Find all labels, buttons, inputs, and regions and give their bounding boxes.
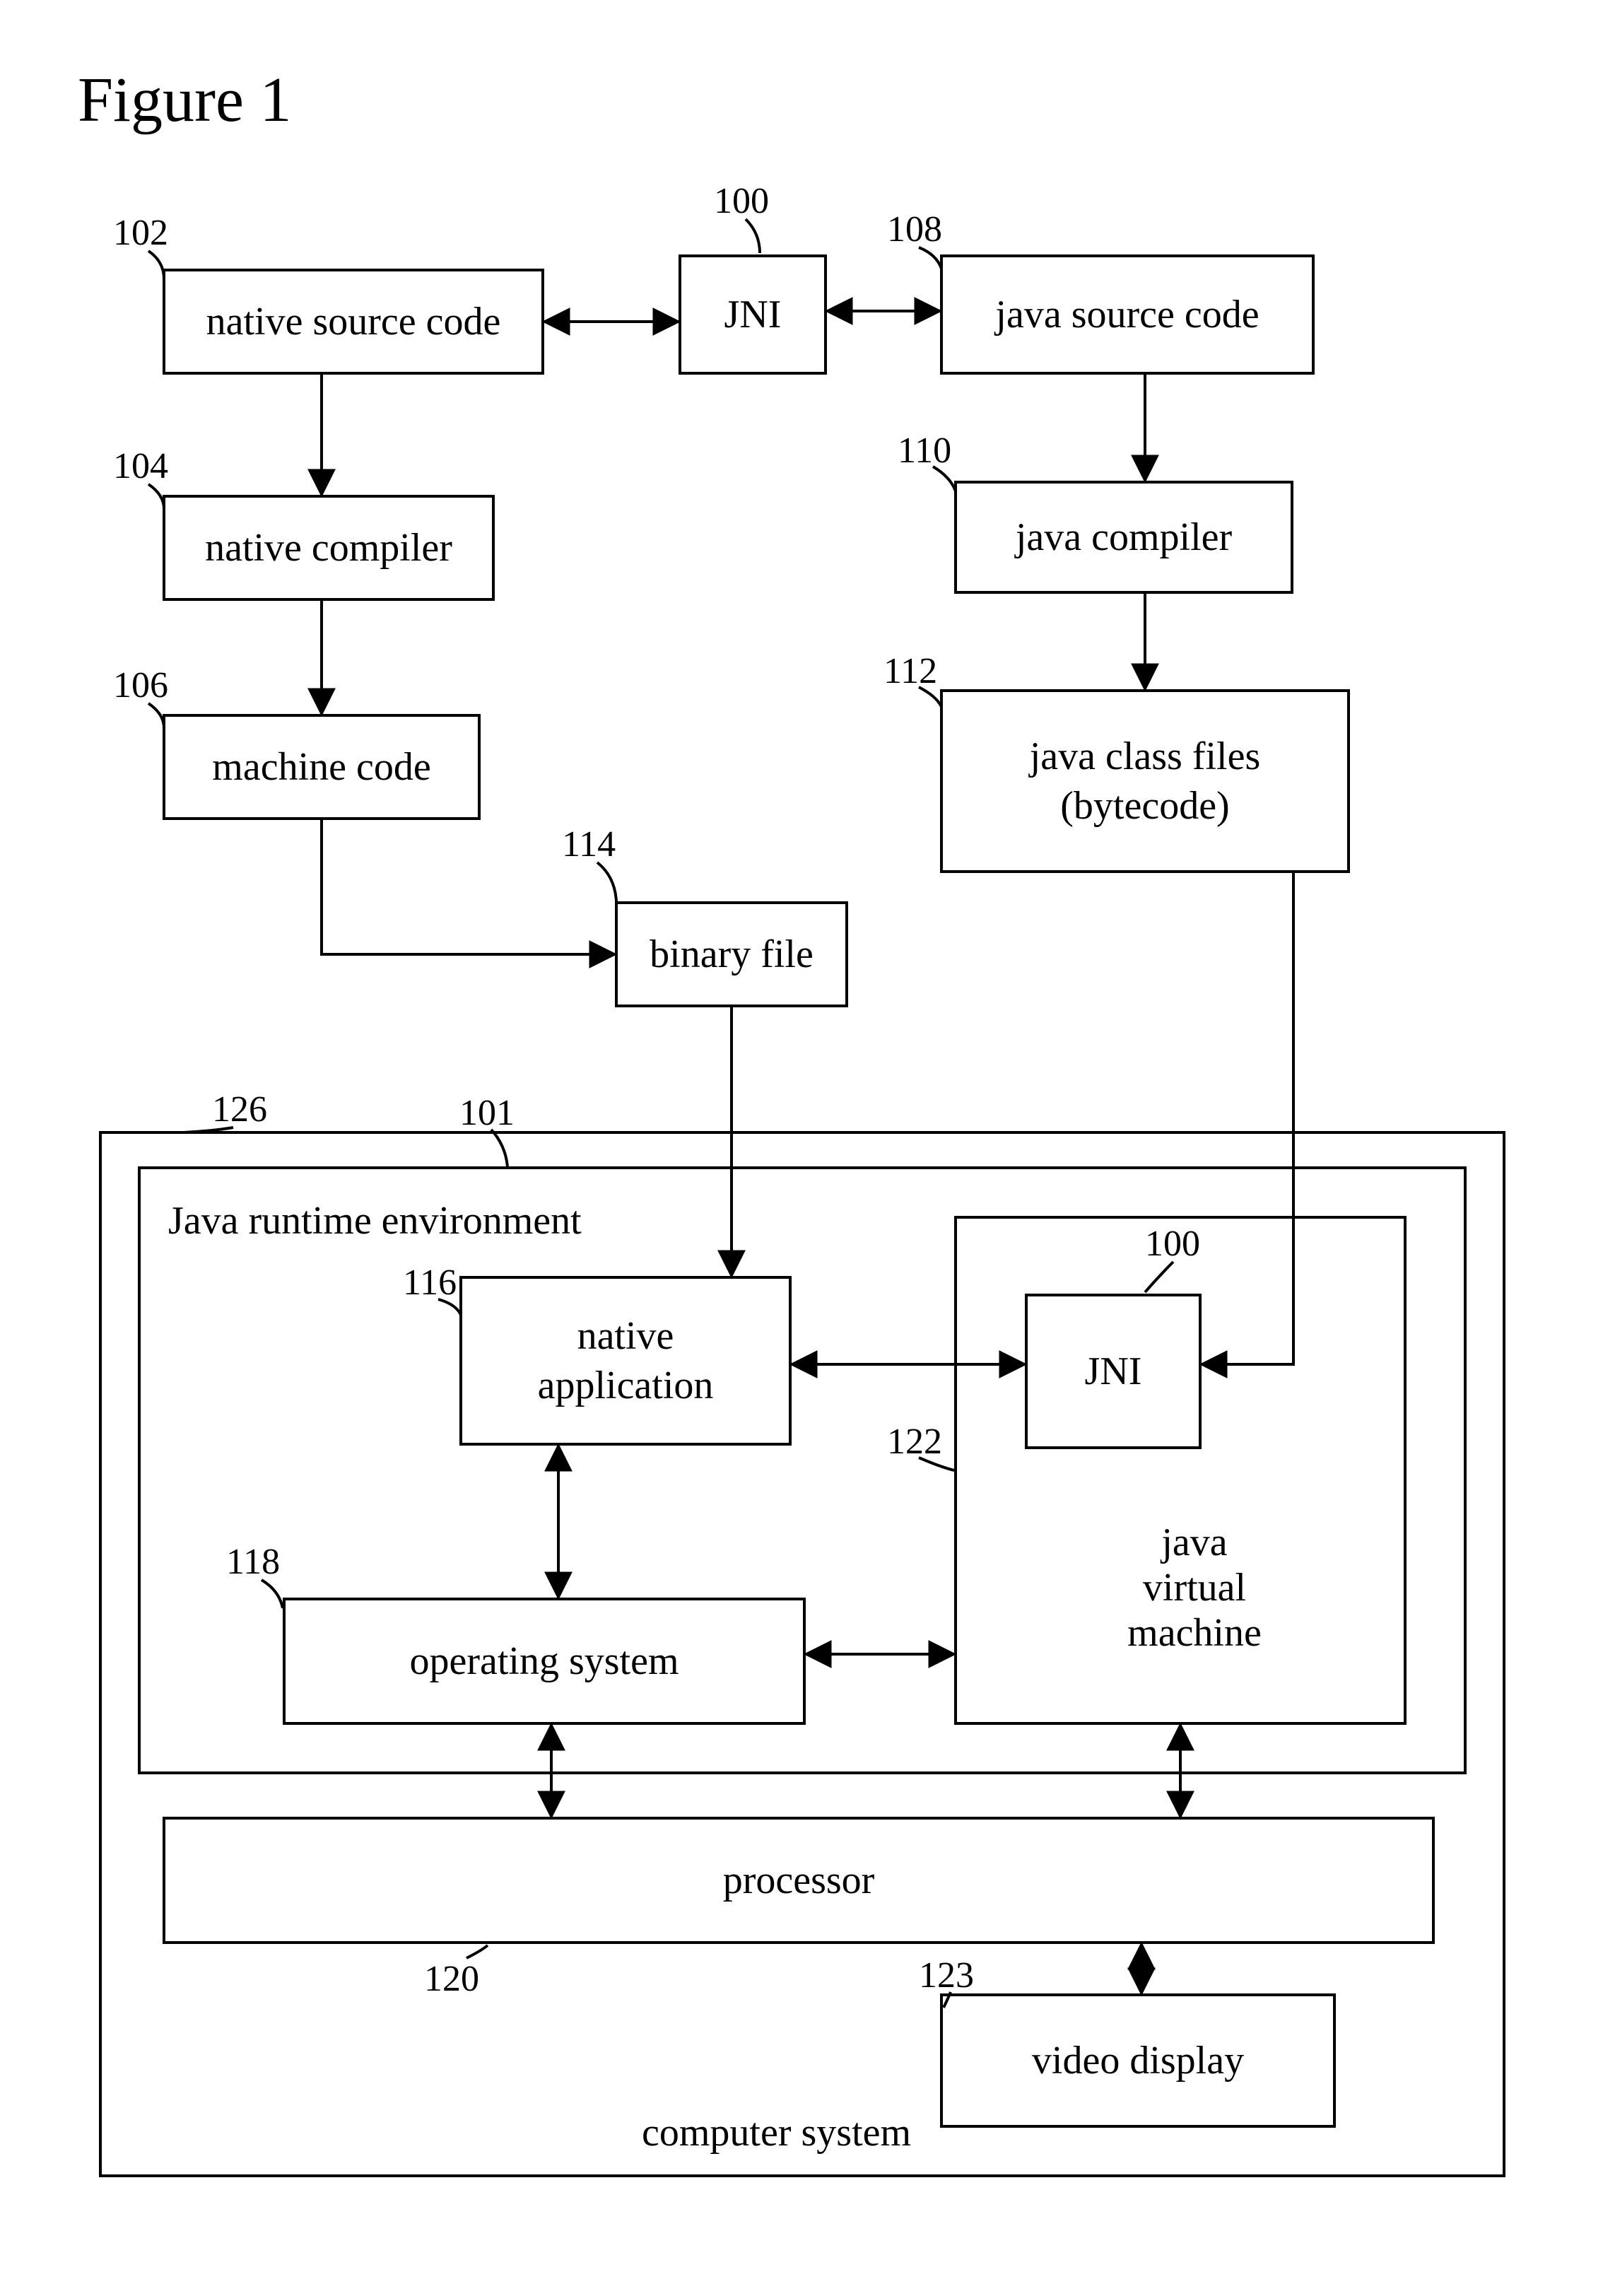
ref-116: 116 xyxy=(403,1262,457,1304)
ref-122: 122 xyxy=(887,1421,942,1463)
box-jni-top: JNI xyxy=(679,254,827,375)
ref-120: 120 xyxy=(424,1958,479,2000)
ref-108: 108 xyxy=(887,209,942,250)
box-video-display: video display xyxy=(940,1993,1336,2128)
figure-title: Figure 1 xyxy=(78,64,291,136)
label-jre: Java runtime environment xyxy=(163,1198,587,1243)
jvm-l3: machine xyxy=(1103,1610,1286,1656)
jcf-line1: java class files xyxy=(1030,732,1261,781)
ref-100-top: 100 xyxy=(714,180,769,222)
ref-100-inner: 100 xyxy=(1145,1223,1200,1265)
ref-118: 118 xyxy=(226,1541,280,1583)
jcf-line2: (bytecode) xyxy=(1030,781,1261,831)
native-application-text: native application xyxy=(538,1311,714,1410)
label-computer-system: computer system xyxy=(636,2110,917,2155)
ref-106: 106 xyxy=(113,664,168,706)
box-java-class-files: java class files (bytecode) xyxy=(940,689,1350,873)
box-machine-code: machine code xyxy=(163,714,481,820)
box-java-source: java source code xyxy=(940,254,1315,375)
box-java-compiler: java compiler xyxy=(954,481,1293,594)
box-processor: processor xyxy=(163,1817,1435,1944)
box-native-source: native source code xyxy=(163,269,544,375)
jvm-l1: java xyxy=(1103,1520,1286,1565)
box-binary-file: binary file xyxy=(615,901,848,1007)
box-jni-inner: JNI xyxy=(1025,1294,1202,1449)
ref-104: 104 xyxy=(113,445,168,487)
native-app-l1: native xyxy=(538,1311,714,1361)
box-native-application: native application xyxy=(459,1276,792,1446)
box-native-compiler: native compiler xyxy=(163,495,495,601)
ref-101: 101 xyxy=(459,1092,515,1134)
ref-123: 123 xyxy=(919,1955,974,1996)
label-jvm: java virtual machine xyxy=(1103,1520,1286,1656)
ref-110: 110 xyxy=(898,430,951,472)
ref-112: 112 xyxy=(883,650,937,692)
java-class-files-text: java class files (bytecode) xyxy=(1030,732,1261,831)
jvm-l2: virtual xyxy=(1103,1565,1286,1610)
ref-102: 102 xyxy=(113,212,168,254)
ref-114: 114 xyxy=(562,824,616,865)
diagram-page: Figure 1 native source code JNI java sou… xyxy=(0,0,1603,2296)
box-operating-system: operating system xyxy=(283,1598,806,1725)
native-app-l2: application xyxy=(538,1361,714,1410)
ref-126: 126 xyxy=(212,1089,267,1130)
